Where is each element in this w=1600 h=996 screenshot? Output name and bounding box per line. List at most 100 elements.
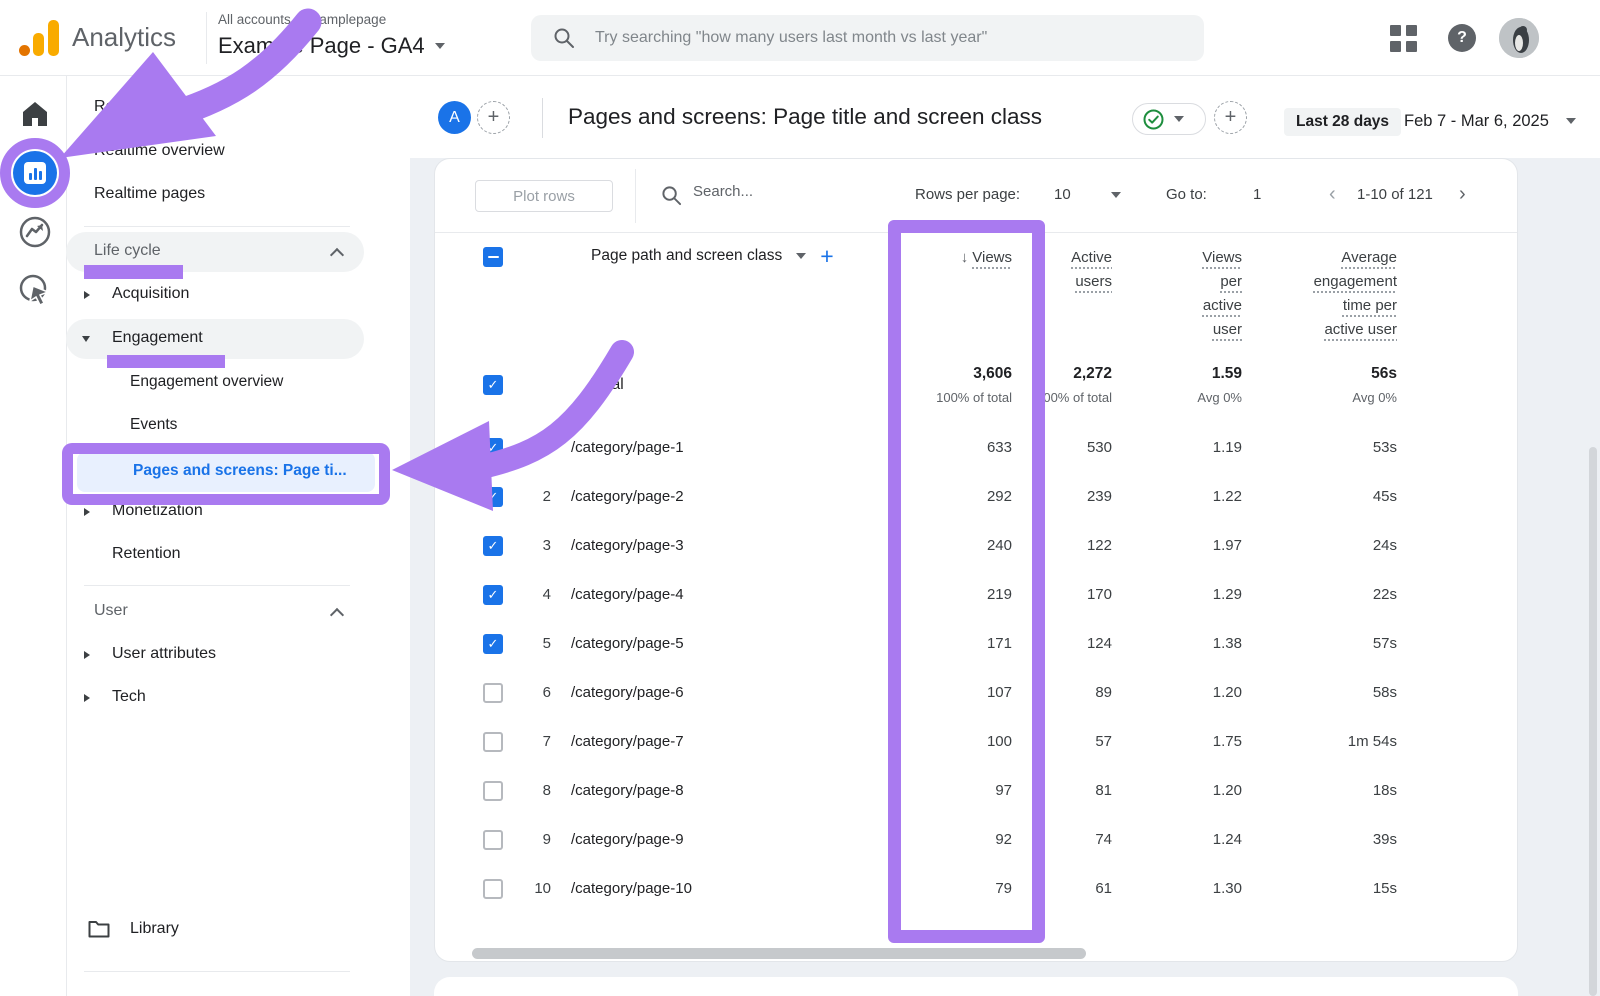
column-header-views[interactable]: ↓Views <box>892 246 1012 270</box>
table-header-row: Page path and screen class + ↓Views Acti… <box>435 233 1517 346</box>
table-total-row: Total 3,606100% of total 2,272100% of to… <box>435 346 1517 423</box>
divider <box>66 76 67 996</box>
plot-rows-button[interactable]: Plot rows <box>475 180 613 212</box>
breadcrumb-root[interactable]: All accounts <box>218 12 291 27</box>
approved-check-icon <box>1143 109 1164 130</box>
search-icon[interactable] <box>661 185 682 211</box>
avatar[interactable] <box>1499 18 1539 58</box>
sidebar-item-reports-snapshot[interactable]: Reports snapshot <box>94 98 219 116</box>
sidebar-section-life-cycle-label[interactable]: Life cycle <box>94 242 161 260</box>
sidebar-item-retention[interactable]: Retention <box>112 545 181 563</box>
table-search-input[interactable] <box>693 183 853 200</box>
expand-arrow-icon[interactable] <box>84 291 90 299</box>
total-views-sub: 100% of total <box>892 390 1012 406</box>
sidebar-item-events[interactable]: Events <box>130 416 177 434</box>
add-dimension-icon[interactable]: + <box>820 246 833 266</box>
explore-nav-icon[interactable] <box>18 273 52 312</box>
column-header-avg-engagement-time[interactable]: Average engagement time per active user <box>1242 246 1397 342</box>
help-icon[interactable]: ? <box>1448 24 1476 52</box>
row-checkbox[interactable] <box>483 830 503 850</box>
advertising-nav-icon[interactable] <box>18 215 52 254</box>
sidebar-item-realtime-pages[interactable]: Realtime pages <box>94 185 205 203</box>
divider <box>635 169 636 223</box>
home-icon[interactable] <box>21 101 49 132</box>
views-cell: 219 <box>892 586 1012 603</box>
row-checkbox[interactable] <box>483 781 503 801</box>
row-index: 2 <box>511 488 551 505</box>
previous-page-icon[interactable]: ‹ <box>1329 183 1336 206</box>
sidebar-item-engagement[interactable]: Engagement <box>112 329 203 347</box>
avg-engagement-cell: 22s <box>1242 586 1397 603</box>
chevron-down-icon[interactable] <box>1111 192 1121 198</box>
vertical-scrollbar[interactable] <box>1589 447 1597 996</box>
row-index: 6 <box>511 684 551 701</box>
views-cell: 633 <box>892 439 1012 456</box>
active-users-cell: 530 <box>1012 439 1112 456</box>
expand-arrow-icon[interactable] <box>84 694 90 702</box>
global-search[interactable] <box>531 15 1204 61</box>
expand-arrow-icon[interactable] <box>84 651 90 659</box>
reports-nav-icon[interactable] <box>13 151 57 195</box>
sidebar-item-pages-and-screens[interactable]: Pages and screens: Page ti... <box>133 462 347 480</box>
table-row: 4/category/page-42191701.2922s <box>435 570 1517 619</box>
analytics-logo-icon <box>19 45 30 56</box>
sidebar-item-acquisition[interactable]: Acquisition <box>112 285 189 303</box>
row-checkbox[interactable] <box>483 732 503 752</box>
breadcrumb[interactable]: All accounts › examplepage <box>218 12 386 27</box>
rows-per-page-value[interactable]: 10 <box>1054 186 1071 203</box>
sidebar-item-monetization[interactable]: Monetization <box>112 502 203 520</box>
row-checkbox[interactable] <box>483 634 503 654</box>
total-checkbox[interactable] <box>483 375 503 395</box>
date-range[interactable]: Feb 7 - Mar 6, 2025 <box>1404 112 1549 131</box>
row-checkbox[interactable] <box>483 879 503 899</box>
collapse-arrow-icon[interactable] <box>82 336 90 342</box>
column-header-active-users[interactable]: Active users <box>1012 246 1112 294</box>
sidebar-item-tech[interactable]: Tech <box>112 688 146 706</box>
active-users-cell: 122 <box>1012 537 1112 554</box>
go-to-value[interactable]: 1 <box>1253 186 1261 203</box>
date-preset-chip[interactable]: Last 28 days <box>1284 108 1401 136</box>
views-cell: 240 <box>892 537 1012 554</box>
row-checkbox[interactable] <box>483 536 503 556</box>
dimension-header[interactable]: Page path and screen class <box>591 247 782 265</box>
sidebar-item-engagement-overview[interactable]: Engagement overview <box>130 373 283 391</box>
next-page-icon[interactable]: › <box>1459 183 1466 206</box>
property-selector[interactable]: Example Page - GA4 <box>218 33 445 59</box>
select-all-checkbox[interactable] <box>483 247 503 267</box>
expand-arrow-icon[interactable] <box>84 508 90 516</box>
row-index: 5 <box>511 635 551 652</box>
global-search-input[interactable] <box>595 29 1204 47</box>
column-header-views-per-active-user[interactable]: Views per active user <box>1112 246 1242 342</box>
sidebar-item-engagement-pill[interactable] <box>66 319 364 359</box>
chevron-down-icon[interactable] <box>1566 118 1576 124</box>
views-cell: 79 <box>892 880 1012 897</box>
workspace-badge[interactable]: A <box>438 101 471 134</box>
add-comparison-button[interactable]: + <box>1214 101 1247 134</box>
table-row: 6/category/page-6107891.2058s <box>435 668 1517 717</box>
analytics-logo-icon <box>48 20 59 56</box>
report-status-selector[interactable] <box>1132 103 1206 135</box>
sidebar-item-user-attributes[interactable]: User attributes <box>112 645 216 663</box>
page-path-cell: /category/page-4 <box>571 586 892 603</box>
row-checkbox[interactable] <box>483 438 503 458</box>
active-users-cell: 124 <box>1012 635 1112 652</box>
sidebar-item-realtime-overview[interactable]: Realtime overview <box>94 142 225 160</box>
total-active-users: 2,272 <box>1012 364 1112 383</box>
total-label: Total <box>591 376 892 394</box>
divider <box>84 226 350 227</box>
add-report-button[interactable]: + <box>477 101 510 134</box>
horizontal-scrollbar[interactable] <box>472 948 1086 959</box>
apps-grid-icon[interactable] <box>1390 25 1418 53</box>
chevron-right-icon: › <box>296 12 300 27</box>
sidebar-section-user-label[interactable]: User <box>94 602 128 620</box>
chevron-down-icon[interactable] <box>796 253 806 259</box>
chevron-up-icon[interactable] <box>330 608 344 622</box>
page-path-cell: /category/page-8 <box>571 782 892 799</box>
table-body: 1/category/page-16335301.1953s 2/categor… <box>435 423 1517 913</box>
row-checkbox[interactable] <box>483 487 503 507</box>
sidebar-item-library[interactable]: Library <box>130 920 179 938</box>
row-checkbox[interactable] <box>483 585 503 605</box>
active-users-cell: 81 <box>1012 782 1112 799</box>
breadcrumb-account[interactable]: examplepage <box>305 12 386 27</box>
row-checkbox[interactable] <box>483 683 503 703</box>
